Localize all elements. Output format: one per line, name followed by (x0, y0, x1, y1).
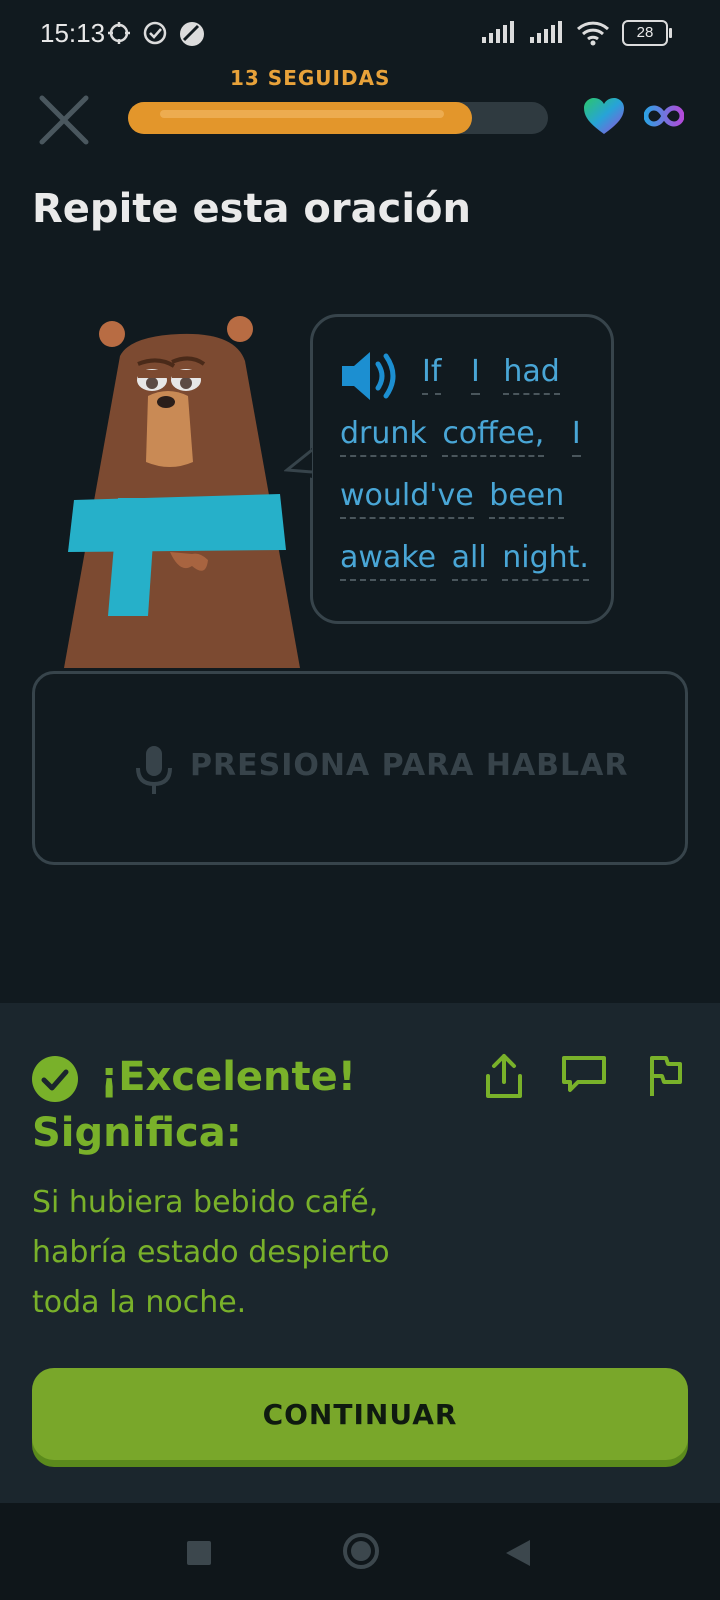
close-button[interactable] (36, 92, 92, 148)
press-to-speak-label: PRESIONA PARA HABLAR (190, 748, 629, 783)
prompt-word[interactable]: I (470, 354, 480, 395)
signal-icon-2 (530, 21, 562, 43)
play-audio-button[interactable] (340, 350, 404, 406)
bear-character-illustration (64, 316, 300, 668)
progress-fill (128, 102, 472, 134)
comment-icon (562, 1056, 606, 1092)
status-right-icons: 28 (480, 20, 672, 46)
check-status-icon (143, 21, 167, 45)
infinity-icon (643, 105, 685, 127)
heart-icon (584, 98, 624, 134)
status-time: 15:13 (40, 18, 106, 48)
prompt-word[interactable]: had (503, 354, 560, 395)
speech-bubble-tail (284, 448, 313, 478)
prompt-word[interactable]: night. (502, 540, 589, 581)
prompt-word[interactable]: I (571, 416, 581, 457)
prompt-word[interactable]: If (422, 354, 442, 395)
flag-icon (650, 1056, 682, 1096)
prompt-word[interactable]: coffee, (442, 416, 545, 457)
recents-button[interactable] (186, 1540, 212, 1570)
comment-button[interactable] (560, 1052, 608, 1100)
prompt-line-4: awake all night. (340, 540, 595, 581)
status-notification-icons (106, 20, 206, 48)
close-icon (39, 95, 89, 145)
app-status-icon (180, 22, 204, 46)
page-title: Repite esta oración (32, 186, 472, 232)
check-circle-icon (32, 1056, 78, 1102)
meaning-text: Si hubiera bebido café, habría estado de… (32, 1185, 390, 1320)
settings-icon (108, 22, 130, 44)
microphone-icon (136, 746, 172, 794)
back-button[interactable] (504, 1538, 532, 1572)
triangle-back-icon (506, 1540, 530, 1566)
signal-icon (482, 21, 514, 43)
circle-icon (343, 1533, 379, 1569)
speaker-icon (342, 352, 396, 400)
wifi-icon (576, 21, 610, 46)
prompt-word[interactable]: would've (340, 478, 474, 519)
prompt-word[interactable]: all (451, 540, 487, 581)
share-icon (486, 1054, 522, 1098)
progress-shine (160, 110, 444, 118)
home-button[interactable] (342, 1532, 380, 1574)
hearts-button[interactable] (582, 96, 626, 140)
prompt-word[interactable]: awake (340, 540, 437, 581)
square-icon (187, 1541, 211, 1565)
share-button[interactable] (484, 1052, 524, 1104)
prompt-line-3: would've been (340, 478, 570, 519)
battery-indicator: 28 (622, 20, 672, 46)
infinity-hearts-indicator (643, 104, 685, 132)
continue-button[interactable]: CONTINUAR (32, 1368, 688, 1460)
prompt-line-2: drunk coffee, I (340, 416, 587, 457)
meaning-label: Significa: (32, 1110, 242, 1156)
report-button[interactable] (644, 1052, 684, 1104)
streak-label: 13 SEGUIDAS (230, 66, 391, 90)
result-heading: ¡Excelente! (100, 1054, 357, 1100)
prompt-line-1: If I had (422, 354, 566, 395)
prompt-word[interactable]: been (489, 478, 565, 519)
prompt-word[interactable]: drunk (340, 416, 427, 457)
